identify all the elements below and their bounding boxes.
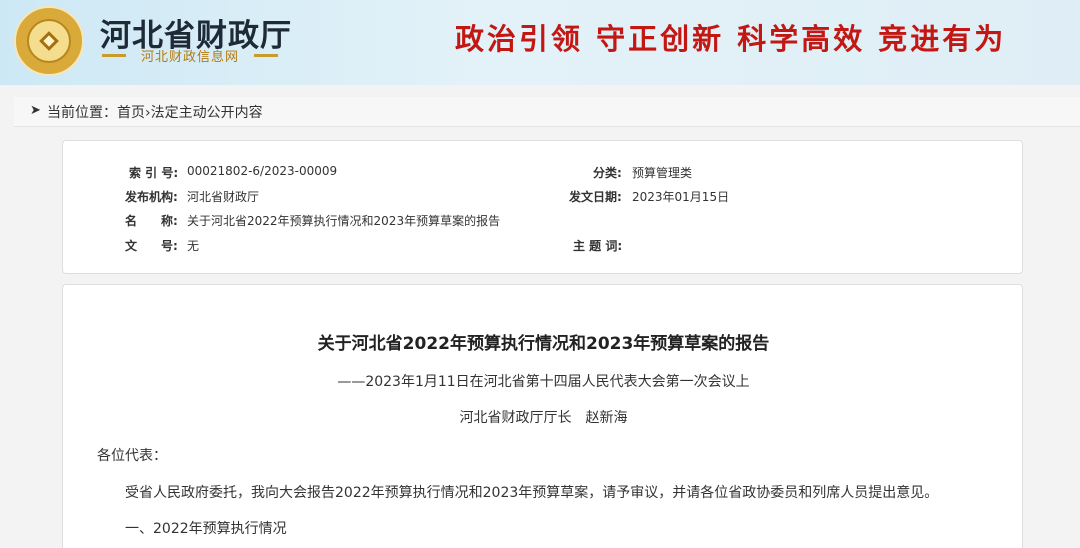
category-value: 预算管理类	[632, 166, 693, 180]
site-subtitle-group: 河北财政信息网	[102, 46, 278, 65]
date-value: 2023年01月15日	[632, 190, 730, 204]
article-paragraph: 受省人民政府委托，我向大会报告2022年预算执行情况和2023年预算草案，请予审…	[125, 485, 939, 501]
breadcrumb: ➤ 当前位置：首页›法定主动公开内容	[14, 97, 1080, 127]
logo-core	[39, 31, 59, 51]
index-label: 索 引 号:	[129, 166, 179, 180]
breadcrumb-prefix: 当前位置：	[47, 105, 117, 121]
logo-inner	[27, 19, 71, 63]
docno-label: 文 号:	[125, 239, 178, 253]
subtitle-rule-left	[102, 54, 126, 57]
category-label: 分类:	[593, 166, 622, 180]
index-value: 00021802-6/2023-00009	[187, 164, 338, 178]
breadcrumb-home-link[interactable]: 首页	[117, 105, 145, 121]
document-meta-card: 索 引 号: 00021802-6/2023-00009 分类: 预算管理类 发…	[62, 140, 1023, 274]
subject-label: 主 题 词:	[573, 239, 623, 253]
breadcrumb-current: 法定主动公开内容	[150, 105, 263, 121]
name-label: 名 称:	[125, 214, 178, 228]
article-salutation: 各位代表：	[97, 448, 167, 464]
subtitle-rule-right	[254, 54, 278, 57]
article-subtitle: ——2023年1月11日在河北省第十四届人民代表大会第一次会议上	[337, 374, 750, 390]
breadcrumb-text: 当前位置：首页›法定主动公开内容	[47, 102, 263, 122]
article-author: 河北省财政厅厅长 赵新海	[459, 410, 628, 426]
article-section-heading: 一、2022年预算执行情况	[125, 521, 287, 537]
site-subtitle: 河北财政信息网	[140, 50, 239, 65]
site-logo-icon[interactable]	[14, 6, 84, 76]
name-value: 关于河北省2022年预算执行情况和2023年预算草案的报告	[187, 214, 501, 228]
location-arrow-icon: ➤	[30, 103, 41, 118]
header-slogan: 政治引领 守正创新 科学高效 竞进有为	[455, 22, 1007, 56]
docno-value: 无	[187, 239, 200, 253]
site-header: 河北省财政厅 河北财政信息网 政治引领 守正创新 科学高效 竞进有为	[0, 0, 1080, 85]
article-card: 关于河北省2022年预算执行情况和2023年预算草案的报告 ——2023年1月1…	[62, 284, 1023, 548]
publisher-label: 发布机构:	[125, 190, 178, 204]
publisher-value: 河北省财政厅	[187, 190, 260, 204]
article-title: 关于河北省2022年预算执行情况和2023年预算草案的报告	[317, 334, 770, 354]
date-label: 发文日期:	[569, 190, 622, 204]
